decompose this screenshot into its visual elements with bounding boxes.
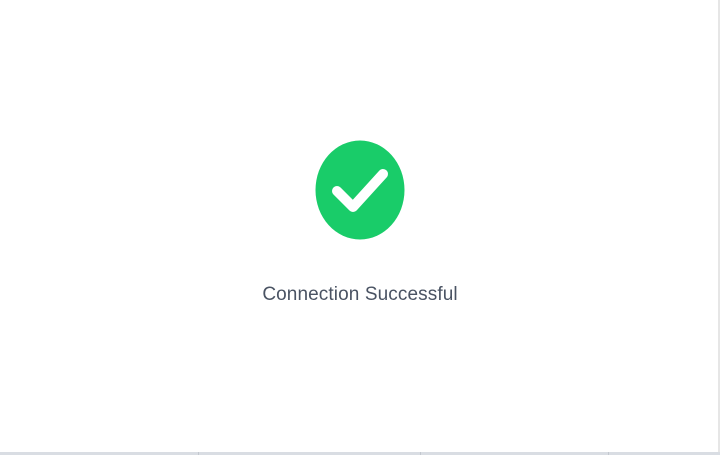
check-circle-icon bbox=[315, 140, 405, 240]
connection-status-panel: Connection Successful bbox=[0, 0, 720, 455]
status-message: Connection Successful bbox=[262, 284, 458, 305]
